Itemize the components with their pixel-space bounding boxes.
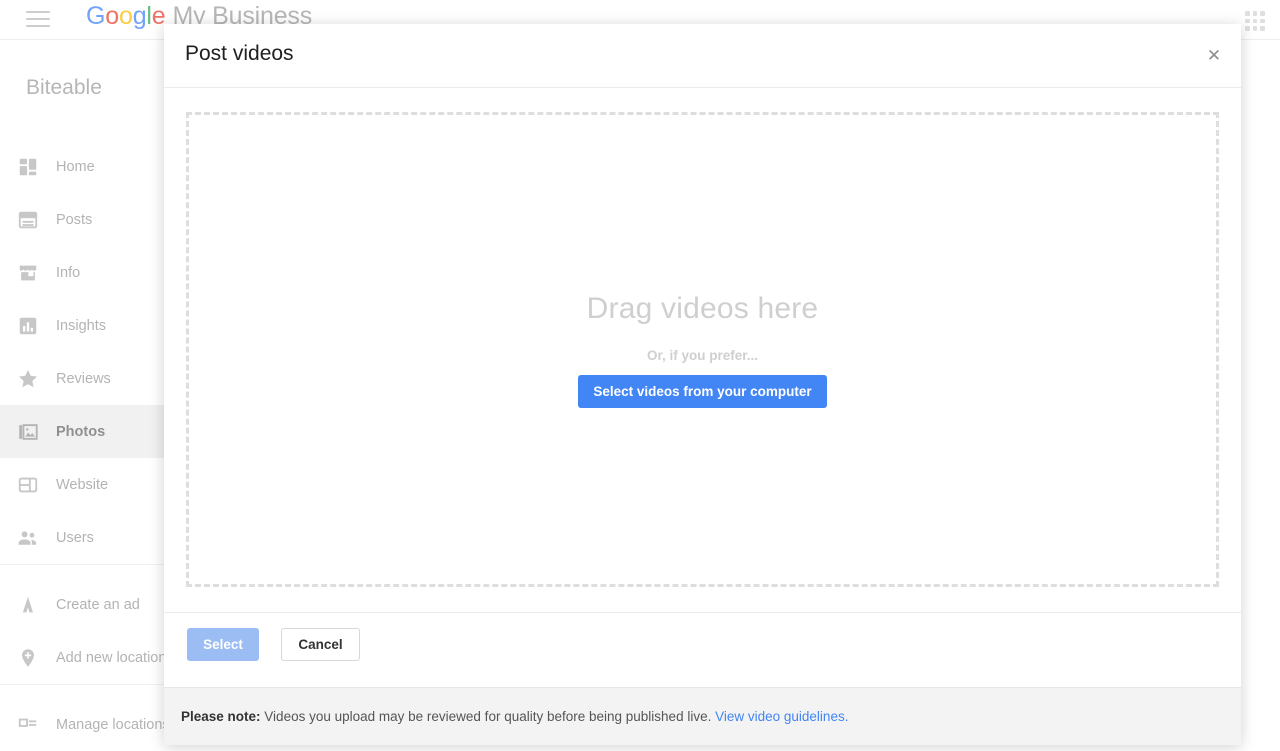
dialog-note: Please note: Videos you upload may be re…	[164, 687, 1241, 745]
select-button[interactable]: Select	[187, 628, 259, 661]
dropzone-section: Drag videos here Or, if you prefer... Se…	[164, 88, 1241, 613]
close-icon[interactable]: ✕	[1203, 46, 1225, 68]
dialog-actions: Select Cancel	[164, 613, 1241, 688]
dropzone-heading: Drag videos here	[587, 292, 819, 326]
post-videos-dialog: Post videos ✕ Drag videos here Or, if yo…	[164, 24, 1241, 745]
dialog-title: Post videos	[185, 42, 294, 66]
select-videos-from-computer-button[interactable]: Select videos from your computer	[578, 375, 826, 408]
note-text: Please note: Videos you upload may be re…	[181, 709, 848, 724]
video-dropzone[interactable]: Drag videos here Or, if you prefer... Se…	[186, 112, 1219, 587]
note-body: Videos you upload may be reviewed for qu…	[264, 709, 711, 724]
note-lead: Please note:	[181, 709, 261, 724]
dialog-header: Post videos ✕	[164, 24, 1241, 88]
dropzone-subtext: Or, if you prefer...	[647, 348, 758, 363]
view-video-guidelines-link[interactable]: View video guidelines.	[715, 709, 848, 724]
cancel-button[interactable]: Cancel	[281, 628, 360, 661]
